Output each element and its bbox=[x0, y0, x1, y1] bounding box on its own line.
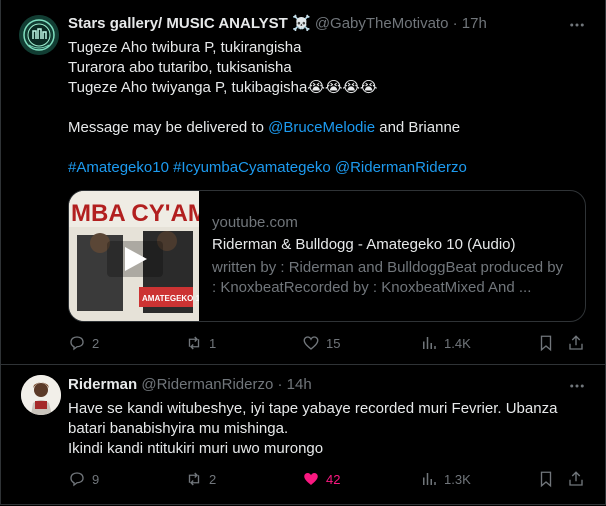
timestamp[interactable]: 14h bbox=[287, 376, 312, 393]
tweet-header: Stars gallery/ MUSIC ANALYST ☠️ @GabyThe… bbox=[68, 14, 487, 34]
share-icon bbox=[569, 335, 583, 350]
heart-icon bbox=[303, 336, 319, 350]
tweet-1[interactable]: Stars gallery/ MUSIC ANALYST ☠️ @GabyThe… bbox=[0, 0, 606, 364]
card-description: written by : Riderman and BulldoggBeat p… bbox=[212, 259, 564, 276]
tweet-actions: 2 1 15 1.4K bbox=[68, 333, 588, 353]
more-options-icon[interactable] bbox=[568, 377, 586, 395]
thumbnail-art: MBA CY'AMATE AMATEGEKO 10 bbox=[69, 191, 199, 321]
link-card[interactable]: MBA CY'AMATE AMATEGEKO 10 youtube.com Ri… bbox=[68, 190, 586, 322]
retweet-icon bbox=[188, 472, 200, 486]
profile-photo bbox=[21, 375, 61, 415]
share-button[interactable] bbox=[567, 469, 591, 489]
display-name[interactable]: Stars gallery/ MUSIC ANALYST ☠️ bbox=[68, 15, 311, 32]
retweet-button[interactable]: 1 bbox=[185, 333, 216, 353]
avatar-stars-gallery[interactable] bbox=[19, 15, 59, 55]
tweet-header: Riderman @RidermanRiderzo · 14h bbox=[68, 375, 312, 395]
card-description: : KnoxbeatRecorded by : KnoxbeatMixed An… bbox=[212, 279, 532, 296]
views-button[interactable]: 1.3K bbox=[420, 469, 471, 489]
like-button[interactable]: 42 bbox=[302, 469, 340, 489]
views-count: 1.3K bbox=[444, 471, 471, 487]
handle[interactable]: @GabyTheMotivato bbox=[315, 15, 449, 32]
thumbnail-subtitle: AMATEGEKO 10 bbox=[142, 294, 199, 303]
card-title: Riderman & Bulldogg - Amategeko 10 (Audi… bbox=[212, 236, 516, 253]
views-icon bbox=[423, 337, 436, 349]
reply-icon bbox=[70, 336, 84, 351]
share-icon bbox=[569, 471, 583, 486]
like-count: 15 bbox=[326, 335, 341, 351]
bookmark-button[interactable] bbox=[537, 333, 561, 353]
tweet-line: Tugeze Aho twibura P, tukirangisha bbox=[68, 39, 302, 56]
hashtag-link[interactable]: #IcyumbaCyamategeko bbox=[173, 159, 331, 176]
retweet-button[interactable]: 2 bbox=[185, 469, 216, 489]
tweet-2[interactable]: Riderman @RidermanRiderzo · 14h Have se … bbox=[0, 365, 606, 506]
card-text: youtube.com Riderman & Bulldogg - Amateg… bbox=[212, 213, 577, 298]
tweet-line: Ikindi kandi ntitukiri muri uwo murongo bbox=[68, 440, 324, 457]
message-suffix: and Brianne bbox=[375, 119, 461, 136]
thumbnail-title: MBA CY'AMATE bbox=[71, 200, 199, 227]
message-prefix: Message may be delivered to bbox=[68, 119, 269, 136]
more-options-icon[interactable] bbox=[568, 16, 586, 34]
handle[interactable]: @RidermanRiderzo bbox=[141, 376, 273, 393]
heart-filled-icon bbox=[304, 473, 318, 485]
bookmark-button[interactable] bbox=[537, 469, 561, 489]
hashtag-line: #Amategeko10 #IcyumbaCyamategeko @Riderm… bbox=[68, 158, 588, 178]
tweet-line: batari banabishyira mu mishinga. bbox=[68, 420, 289, 437]
reply-count: 9 bbox=[92, 471, 100, 487]
like-button[interactable]: 15 bbox=[302, 333, 340, 353]
video-thumbnail[interactable]: MBA CY'AMATE AMATEGEKO 10 bbox=[69, 191, 199, 321]
display-name[interactable]: Riderman bbox=[68, 376, 137, 393]
separator-dot: · bbox=[277, 376, 283, 393]
mention-link[interactable]: @RidermanRiderzo bbox=[335, 159, 467, 176]
hashtag-link[interactable]: #Amategeko10 bbox=[68, 159, 169, 176]
retweet-count: 2 bbox=[209, 471, 217, 487]
tweet-line: Turarora abo tutaribo, tukisanisha bbox=[68, 59, 292, 76]
like-count: 42 bbox=[326, 471, 341, 487]
retweet-count: 1 bbox=[209, 335, 217, 351]
mention-link[interactable]: @BruceMelodie bbox=[268, 119, 375, 136]
message-line: Message may be delivered to @BruceMelodi… bbox=[68, 118, 588, 138]
views-button[interactable]: 1.4K bbox=[420, 333, 471, 353]
tweet-line: Tugeze Aho twiyanga P, tukibagisha😭😭😭😭 bbox=[68, 79, 378, 96]
views-icon bbox=[423, 473, 436, 485]
retweet-icon bbox=[188, 336, 200, 350]
tweet-text: Have se kandi witubeshye, iyi tape yabay… bbox=[68, 399, 588, 459]
reply-count: 2 bbox=[92, 335, 100, 351]
timestamp[interactable]: 17h bbox=[462, 15, 487, 32]
tweet-text: Tugeze Aho twibura P, tukirangisha Turar… bbox=[68, 38, 588, 178]
bookmark-icon bbox=[540, 471, 552, 488]
card-domain: youtube.com bbox=[212, 214, 298, 231]
views-count: 1.4K bbox=[444, 335, 471, 351]
separator-dot: · bbox=[452, 15, 458, 32]
logo-icon bbox=[19, 15, 59, 55]
bookmark-icon bbox=[540, 335, 552, 352]
reply-button[interactable]: 9 bbox=[68, 469, 99, 489]
reply-button[interactable]: 2 bbox=[68, 333, 99, 353]
avatar-riderman[interactable] bbox=[21, 375, 61, 415]
share-button[interactable] bbox=[567, 333, 591, 353]
tweet-actions: 9 2 42 1.3K bbox=[68, 469, 588, 489]
reply-icon bbox=[70, 472, 84, 487]
tweet-line: Have se kandi witubeshye, iyi tape yabay… bbox=[68, 400, 558, 417]
